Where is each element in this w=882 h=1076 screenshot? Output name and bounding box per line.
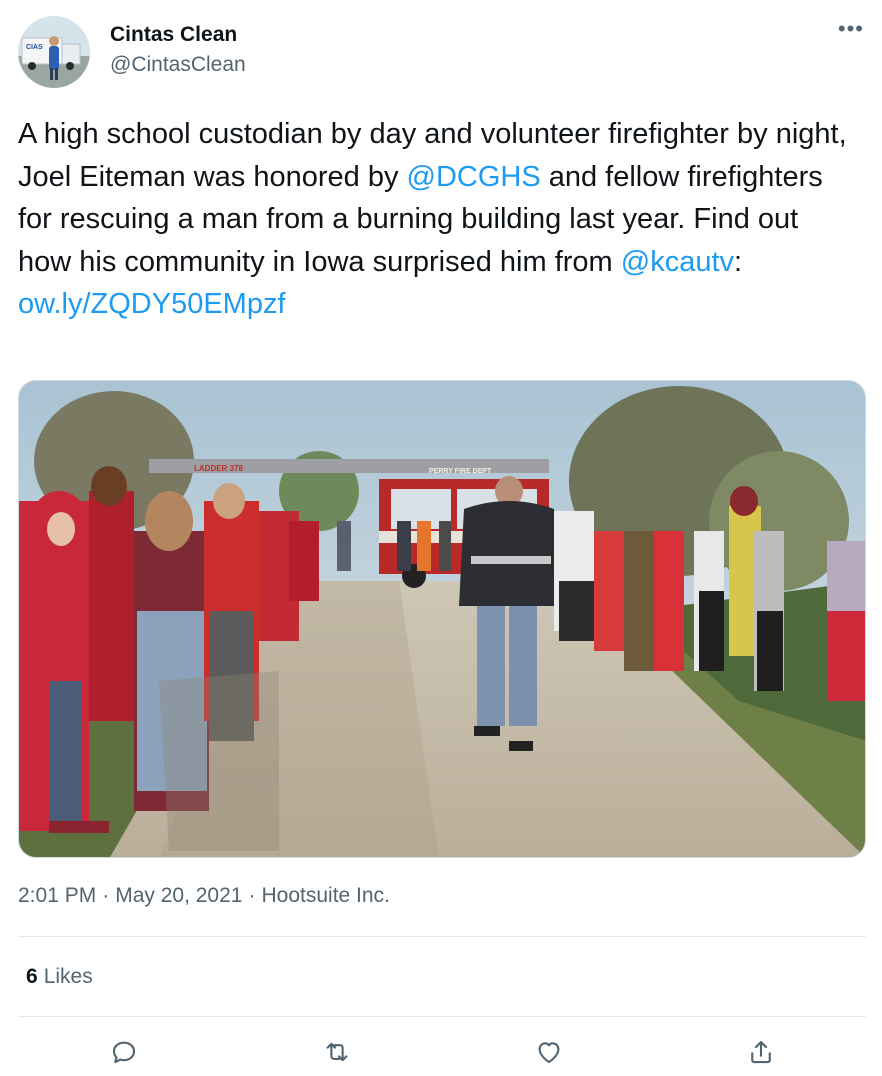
likes-label: Likes: [43, 965, 93, 988]
divider: [18, 936, 866, 937]
separator: ·: [248, 884, 256, 907]
tweet-time[interactable]: 2:01 PM: [18, 884, 96, 907]
ladder-text: LADDER 378: [194, 464, 243, 473]
retweet-icon[interactable]: [319, 1034, 355, 1070]
tweet-photo[interactable]: LADDER 378 PERRY FIRE DEPT: [18, 380, 866, 858]
tweet-metadata: 2:01 PM · May 20, 2021 · Hootsuite Inc.: [18, 884, 390, 908]
tweet-text-part: :: [734, 245, 743, 278]
avatar[interactable]: CIAS: [18, 16, 90, 88]
url-link[interactable]: ow.ly/ZQDY50EMpzf: [18, 288, 286, 320]
likes-stat[interactable]: 6 Likes: [26, 965, 93, 989]
tweet-source[interactable]: Hootsuite Inc.: [261, 884, 389, 907]
share-icon[interactable]: [743, 1034, 779, 1070]
tweet-date[interactable]: May 20, 2021: [115, 884, 242, 907]
mention-link[interactable]: @DCGHS: [407, 161, 541, 193]
reply-icon[interactable]: [106, 1034, 142, 1070]
author-name[interactable]: Cintas Clean: [110, 23, 237, 47]
more-options-icon[interactable]: •••: [838, 16, 864, 42]
separator: ·: [102, 884, 110, 907]
tweet-text: A high school custodian by day and volun…: [18, 113, 848, 326]
action-bar: [18, 1034, 866, 1074]
svg-text:CIAS: CIAS: [26, 44, 43, 51]
truck-sign: PERRY FIRE DEPT: [429, 468, 492, 475]
author-handle[interactable]: @CintasClean: [110, 53, 246, 77]
tweet-header: CIAS Cintas Clean @CintasClean •••: [18, 16, 868, 88]
mention-link[interactable]: @kcautv: [621, 246, 734, 278]
divider: [18, 1016, 866, 1017]
heart-icon[interactable]: [531, 1034, 567, 1070]
likes-count: 6: [26, 965, 38, 988]
